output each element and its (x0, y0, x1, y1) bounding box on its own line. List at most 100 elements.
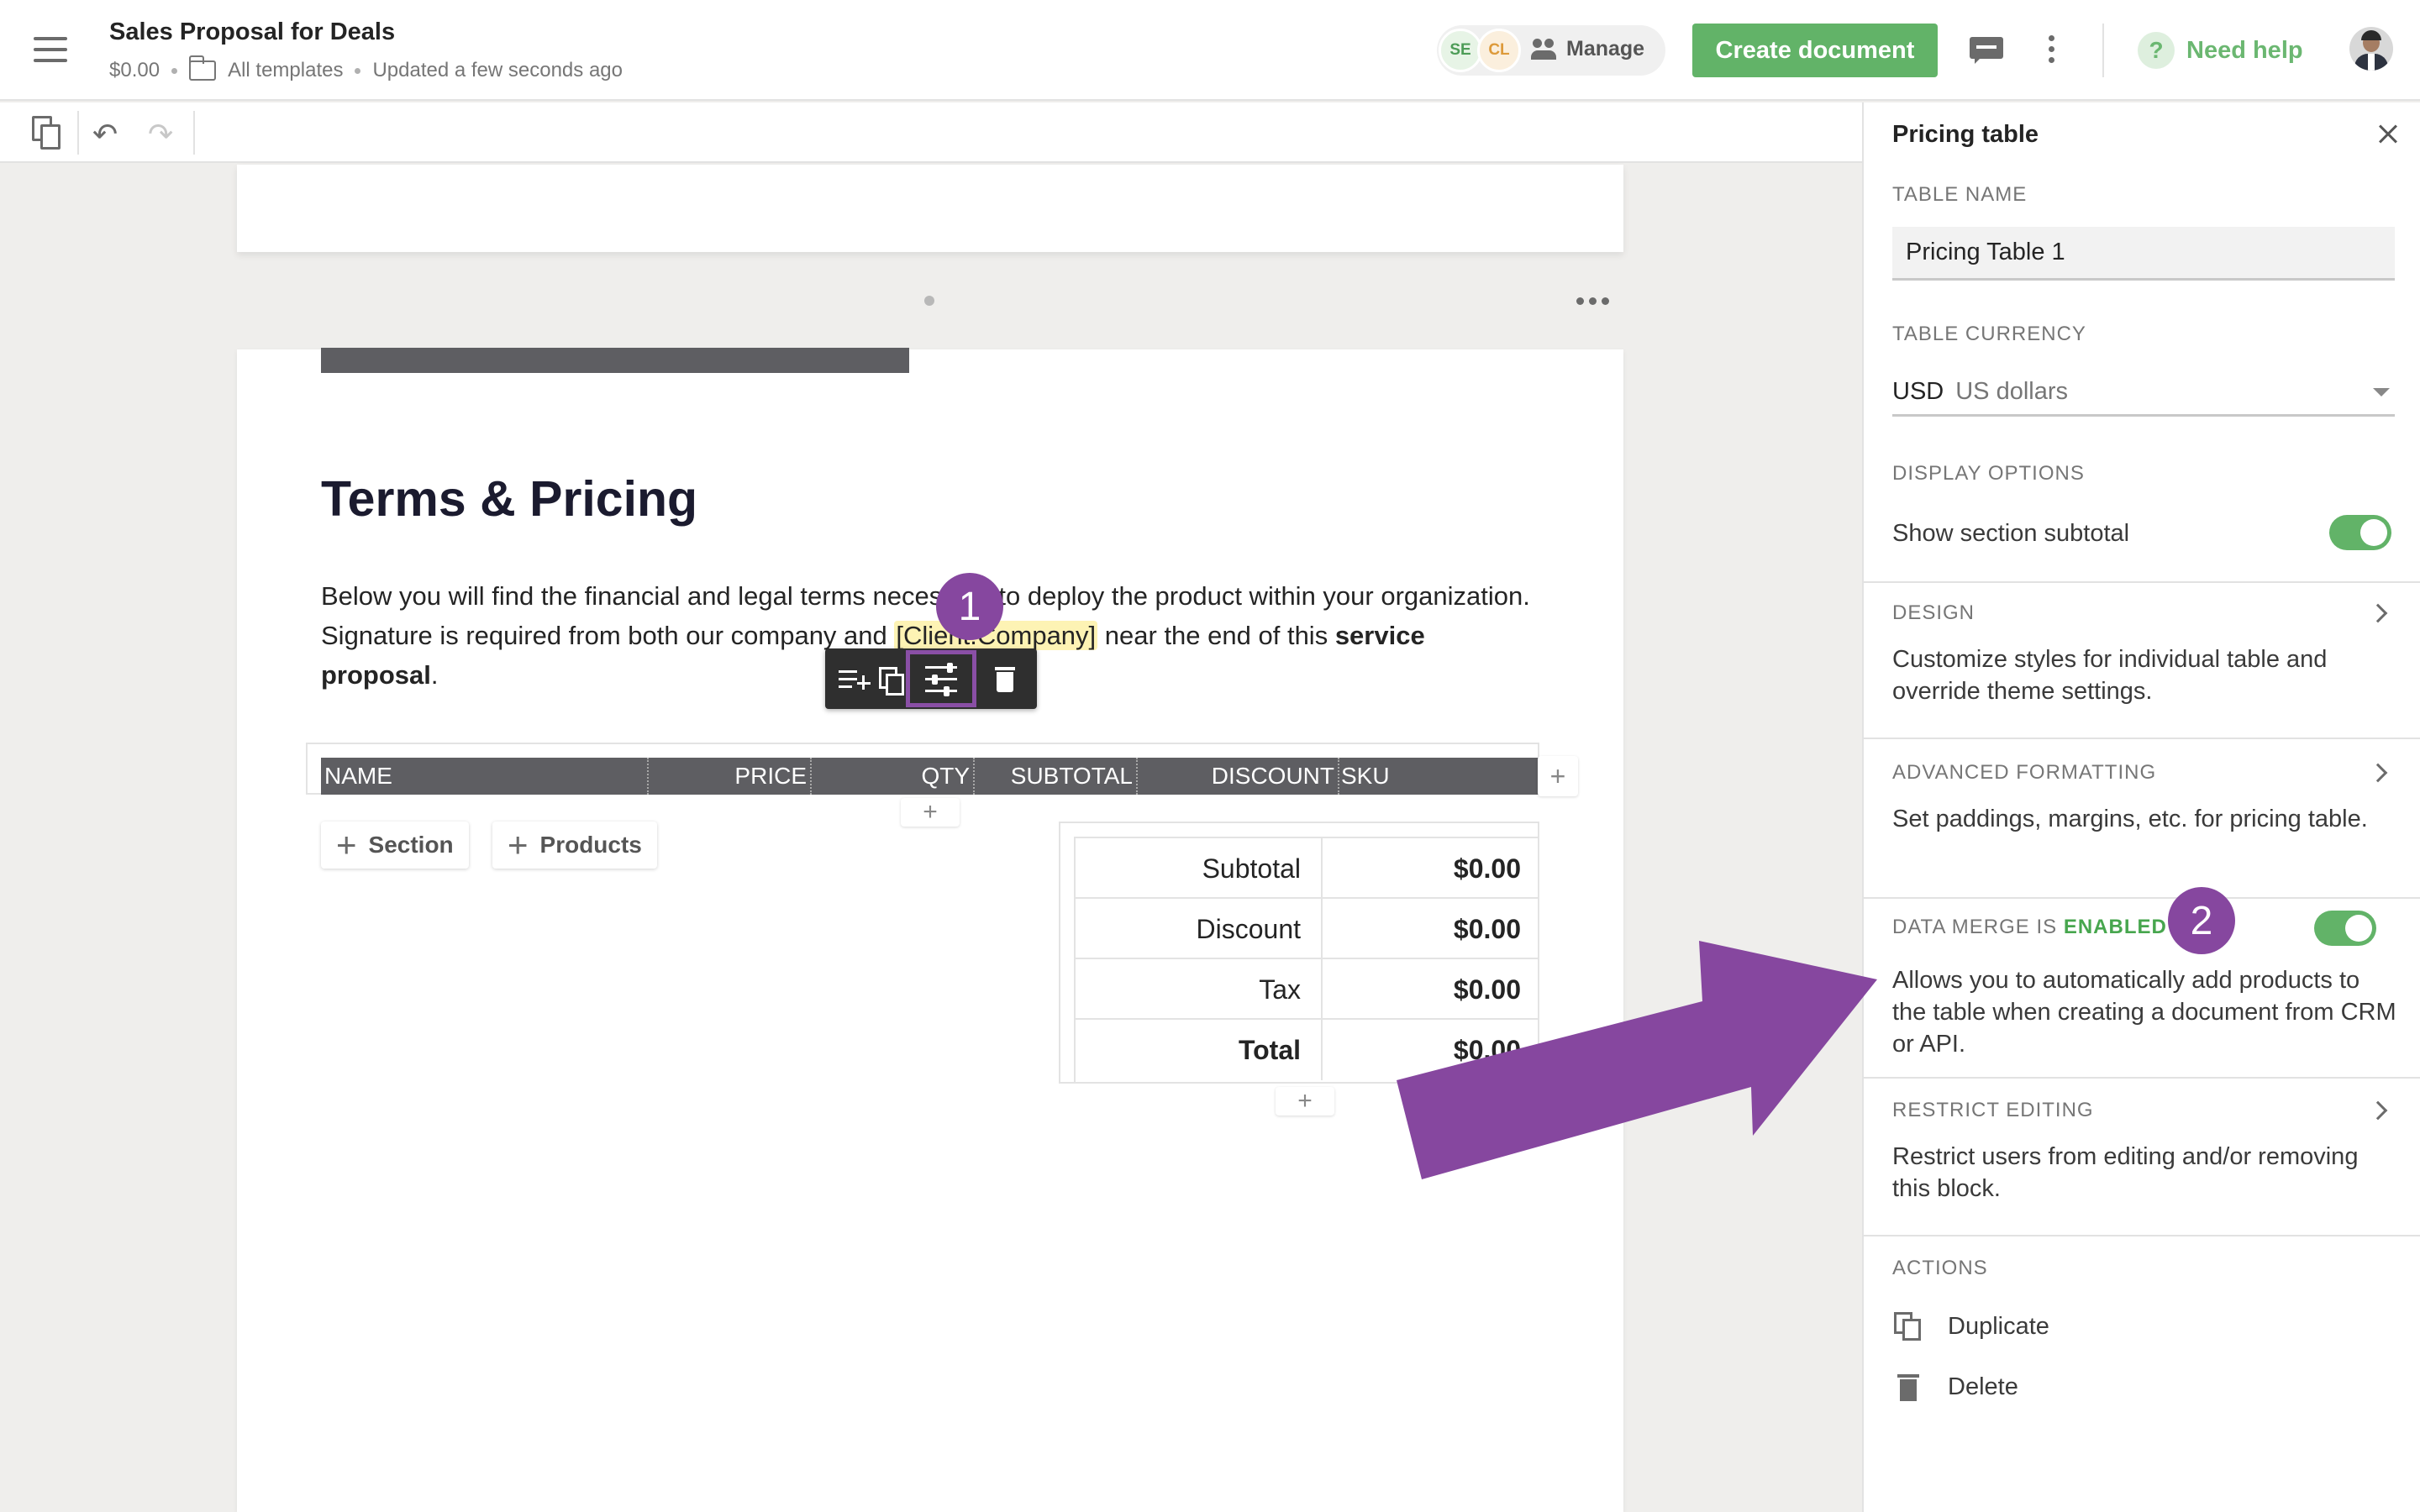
add-summary-row-button[interactable]: + (1276, 1087, 1334, 1116)
manage-label: Manage (1566, 37, 1645, 60)
editor-toolbar: ↶ ↷ (0, 102, 1862, 163)
collaborator-avatar[interactable]: CL (1477, 29, 1521, 72)
column-header-name[interactable]: NAME (321, 758, 649, 795)
data-merge-toggle[interactable] (2314, 911, 2376, 946)
properties-panel: Pricing table TABLE NAME TABLE CURRENCY … (1862, 102, 2420, 1512)
divider (1864, 1235, 2420, 1236)
people-icon (1531, 38, 1560, 60)
data-merge-label-text: DATA MERGE IS (1892, 916, 2058, 938)
delete-action[interactable]: Delete (1892, 1371, 2018, 1403)
close-icon[interactable] (2371, 118, 2405, 151)
separator-dot (171, 67, 178, 74)
annotation-badge-1: 1 (936, 573, 1003, 640)
separator-dot (355, 67, 361, 74)
collaborators-manage[interactable]: SE CL Manage (1437, 25, 1665, 76)
collaborator-avatar[interactable]: SE (1439, 29, 1482, 72)
folder-icon (188, 55, 217, 81)
data-merge-state: ENABLED (2063, 916, 2167, 938)
duplicate-action[interactable]: Duplicate (1892, 1310, 2049, 1342)
chevron-right-icon[interactable] (2368, 763, 2388, 783)
add-row-button[interactable]: + (901, 798, 960, 827)
divider (1864, 581, 2420, 583)
duplicate-block-icon[interactable] (872, 660, 909, 697)
plus-icon: + (508, 825, 529, 864)
data-merge-label: DATA MERGE IS ENABLED (1892, 916, 2167, 939)
currency-name: US dollars (1955, 378, 2069, 405)
undo-icon[interactable]: ↶ (92, 119, 118, 150)
chevron-right-icon[interactable] (2368, 603, 2388, 623)
paragraph-text: near the end of this (1097, 621, 1335, 650)
trash-icon (1892, 1371, 1924, 1403)
add-column-button[interactable]: + (1538, 756, 1578, 796)
table-settings-icon[interactable] (906, 650, 976, 707)
restrict-editing-description: Restrict users from editing and/or remov… (1892, 1143, 2359, 1202)
add-products-button[interactable]: + Products (492, 822, 657, 869)
actions-label: ACTIONS (1892, 1257, 1988, 1279)
top-bar: Sales Proposal for Deals $0.00 All templ… (0, 0, 2420, 101)
advanced-formatting-label: ADVANCED FORMATTING (1892, 761, 2157, 784)
document-title[interactable]: Sales Proposal for Deals (109, 18, 395, 46)
duplicate-label: Duplicate (1948, 1312, 2049, 1340)
divider (1864, 897, 2420, 899)
menu-icon[interactable] (34, 37, 67, 64)
divider (2102, 24, 2104, 77)
design-description: Customize styles for individual table an… (1892, 646, 2328, 705)
pages-icon[interactable] (32, 116, 60, 150)
column-header-sku[interactable]: SKU (1339, 758, 1539, 795)
divider (1864, 738, 2420, 739)
add-section-label: Section (368, 832, 454, 858)
plus-icon: + (336, 825, 357, 864)
document-price: $0.00 (109, 59, 160, 81)
delete-block-icon[interactable] (986, 660, 1023, 697)
table-name-input[interactable] (1892, 227, 2395, 281)
table-name-label: TABLE NAME (1892, 183, 2028, 206)
currency-select[interactable]: USD US dollars (1892, 370, 2395, 417)
need-help-label: Need help (2186, 36, 2303, 64)
advanced-formatting-description: Set paddings, margins, etc. for pricing … (1892, 806, 2368, 832)
show-subtotal-toggle[interactable] (2329, 515, 2391, 550)
document-meta: $0.00 All templates Updated a few second… (109, 55, 623, 82)
panel-title: Pricing table (1892, 121, 2039, 148)
updated-status: Updated a few seconds ago (372, 59, 623, 81)
need-help-button[interactable]: ? Need help (2138, 32, 2303, 69)
folder-link[interactable]: All templates (228, 59, 343, 82)
section-heading[interactable]: Terms & Pricing (321, 470, 697, 528)
page-drag-handle[interactable] (924, 296, 934, 306)
annotation-arrow (1397, 941, 1877, 1179)
delete-label: Delete (1948, 1373, 2018, 1400)
chevron-right-icon[interactable] (2368, 1100, 2388, 1121)
add-row-icon[interactable] (835, 660, 872, 697)
currency-code: USD (1892, 378, 1944, 405)
block-toolbar (825, 648, 1037, 709)
add-section-button[interactable]: + Section (321, 822, 469, 869)
chevron-down-icon (2373, 388, 2390, 396)
chat-icon[interactable] (1970, 37, 2003, 64)
previous-page (237, 165, 1623, 252)
question-icon: ? (2138, 32, 2175, 69)
design-label: DESIGN (1892, 601, 1975, 624)
column-header-price[interactable]: PRICE (649, 758, 812, 795)
duplicate-icon (1892, 1310, 1924, 1342)
divider (193, 111, 195, 155)
create-document-button[interactable]: Create document (1692, 24, 1938, 77)
divider (77, 111, 79, 155)
user-avatar[interactable] (2349, 27, 2393, 71)
add-products-label: Products (539, 832, 642, 858)
data-merge-description: Allows you to automatically add products… (1892, 967, 2396, 1058)
paragraph-text: . (430, 660, 439, 690)
annotation-badge-2: 2 (2168, 887, 2235, 954)
more-options-icon[interactable] (2049, 35, 2057, 66)
redo-icon[interactable]: ↷ (148, 119, 173, 150)
column-header-subtotal[interactable]: SUBTOTAL (975, 758, 1138, 795)
page-options-icon[interactable] (1576, 297, 1609, 305)
restrict-editing-label: RESTRICT EDITING (1892, 1099, 2094, 1121)
page-banner (321, 348, 909, 373)
display-options-label: DISPLAY OPTIONS (1892, 462, 2085, 485)
divider (1864, 1077, 2420, 1079)
column-header-qty[interactable]: QTY (812, 758, 975, 795)
pricing-table-header[interactable]: NAME PRICE QTY SUBTOTAL DISCOUNT SKU (321, 758, 1539, 795)
table-currency-label: TABLE CURRENCY (1892, 323, 2086, 345)
show-subtotal-label: Show section subtotal (1892, 520, 2130, 547)
column-header-discount[interactable]: DISCOUNT (1138, 758, 1339, 795)
manage-button[interactable]: Manage (1531, 37, 1644, 61)
